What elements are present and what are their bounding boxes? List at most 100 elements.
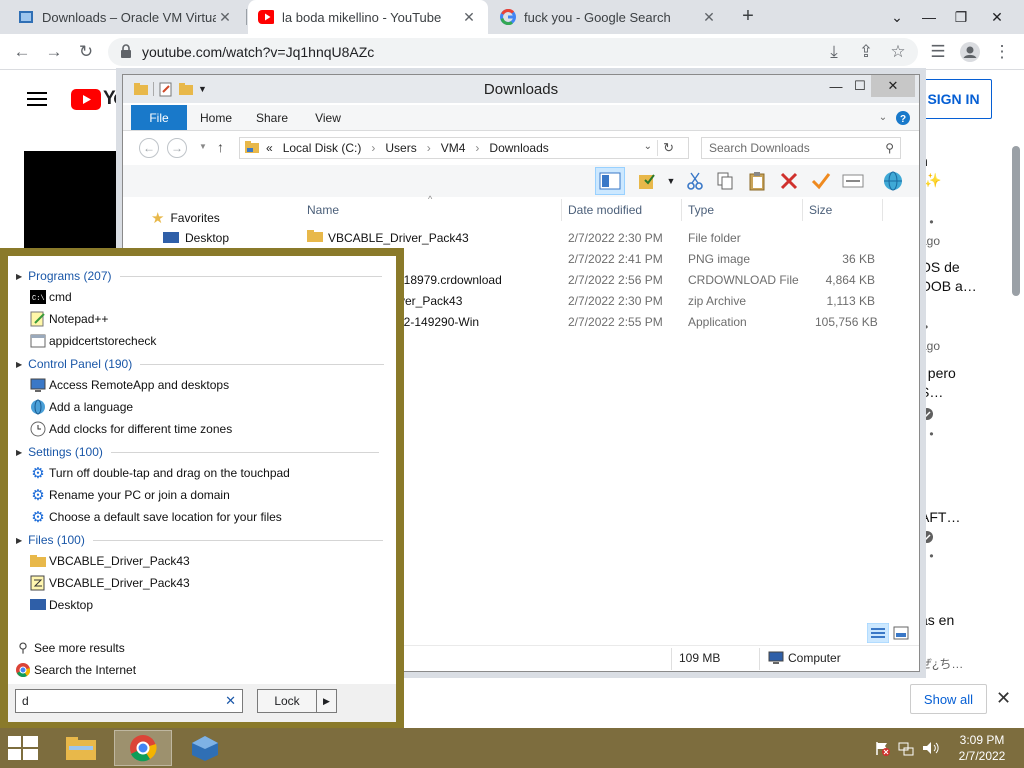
page-scrollbar[interactable] xyxy=(1012,146,1020,296)
select-all-icon[interactable] xyxy=(841,170,865,192)
restore-icon[interactable]: ❐ xyxy=(944,0,978,34)
help-icon[interactable]: ? xyxy=(895,105,911,130)
address-dropdown-icon[interactable]: ⌄ xyxy=(644,141,652,152)
close-icon[interactable]: ✕ xyxy=(996,688,1011,709)
start-button[interactable] xyxy=(8,736,38,763)
recent-locations-icon[interactable]: ▼ xyxy=(199,142,207,151)
result-remoteapp[interactable]: Access RemoteApp and desktops xyxy=(30,377,229,393)
result-notepad[interactable]: Notepad++ xyxy=(30,311,108,327)
close-window-icon[interactable]: ✕ xyxy=(980,0,1014,34)
address-box[interactable]: « Local Disk (C:) › Users › VM4 › Downlo… xyxy=(239,137,689,159)
network-icon[interactable] xyxy=(898,740,914,759)
share-icon[interactable]: ⇪ xyxy=(854,40,878,64)
copy-icon[interactable] xyxy=(713,170,737,192)
nav-favorites[interactable]: ★ Favorites xyxy=(151,209,220,227)
see-more-results[interactable]: ⚲ See more results xyxy=(15,640,124,656)
details-view-icon[interactable] xyxy=(866,622,890,646)
power-options-arrow-icon[interactable]: ▶ xyxy=(316,690,336,712)
tab-youtube[interactable]: la boda mikellino - YouTube ✕ xyxy=(248,0,488,34)
nav-desktop[interactable]: Desktop xyxy=(163,231,229,245)
minimize-icon[interactable]: — xyxy=(823,75,849,97)
preview-pane-icon[interactable] xyxy=(595,167,625,195)
close-icon[interactable]: ✕ xyxy=(871,75,915,97)
youtube-logo[interactable]: Yo xyxy=(71,88,125,110)
clear-search-icon[interactable]: ✕ xyxy=(225,693,236,709)
rename-check-icon[interactable] xyxy=(809,170,833,192)
bookmark-star-icon[interactable]: ☆ xyxy=(886,40,910,64)
refresh-icon[interactable]: ↻ xyxy=(657,140,674,156)
result-rename-pc[interactable]: ⚙ Rename your PC or join a domain xyxy=(30,487,230,504)
maximize-icon[interactable]: ☐ xyxy=(849,75,871,97)
tab-search-icon[interactable]: ⌄ xyxy=(880,0,914,34)
result-save-location[interactable]: ⚙ Choose a default save location for you… xyxy=(30,509,282,526)
breadcrumb-sep-icon[interactable]: › xyxy=(427,141,431,155)
recommendation-title[interactable]: t pero xyxy=(920,365,956,381)
taskbar-virtualbox[interactable] xyxy=(176,730,234,766)
action-center-flag-icon[interactable] xyxy=(874,740,890,759)
tab-file[interactable]: File xyxy=(131,105,187,130)
system-clock[interactable]: 3:09 PM 2/7/2022 xyxy=(950,732,1014,764)
taskbar-file-explorer[interactable] xyxy=(52,730,110,766)
tab-virtualbox[interactable]: Downloads – Oracle VM VirtualB ✕ xyxy=(8,0,244,34)
result-double-tap[interactable]: ⚙ Turn off double-tap and drag on the to… xyxy=(30,465,290,482)
group-settings[interactable]: ▶ Settings (100) xyxy=(16,445,379,459)
recommendation-title[interactable]: OOB a… xyxy=(920,278,977,294)
group-control-panel[interactable]: ▶ Control Panel (190) xyxy=(16,357,385,371)
tab-view[interactable]: View xyxy=(305,105,351,130)
breadcrumb-overflow[interactable]: « xyxy=(266,141,273,155)
address-bar[interactable]: youtube.com/watch?v=Jq1hnqU8AZc xyxy=(108,38,918,66)
breadcrumb-local-disk[interactable]: Local Disk (C:) xyxy=(283,141,362,155)
tab-share[interactable]: Share xyxy=(249,105,295,130)
forward-icon[interactable]: → xyxy=(42,40,66,64)
file-row[interactable]: VBCABLE_Driver_Pack43 2/7/2022 2:30 PM F… xyxy=(303,228,883,249)
result-file-folder[interactable]: VBCABLE_Driver_Pack43 xyxy=(30,553,190,569)
ribbon-expand-icon[interactable]: ⌄ xyxy=(875,105,891,130)
column-size[interactable]: Size xyxy=(809,199,832,221)
back-icon[interactable]: ← xyxy=(139,138,159,158)
tab-google[interactable]: fuck you - Google Search ✕ xyxy=(490,0,728,34)
search-the-internet[interactable]: Search the Internet xyxy=(15,662,136,678)
delete-icon[interactable] xyxy=(777,170,801,192)
breadcrumb-users[interactable]: Users xyxy=(385,141,416,155)
taskbar-chrome[interactable] xyxy=(114,730,172,766)
start-search-input[interactable]: d ✕ xyxy=(15,689,243,713)
show-all-button[interactable]: Show all xyxy=(910,684,987,714)
minimize-icon[interactable]: — xyxy=(912,0,946,34)
close-tab-icon[interactable]: ✕ xyxy=(216,9,234,26)
result-file-zip[interactable]: VBCABLE_Driver_Pack43 xyxy=(30,575,190,591)
paste-icon[interactable] xyxy=(745,170,769,192)
result-cmd[interactable]: C:\ cmd xyxy=(30,289,72,305)
install-icon[interactable]: ⤓ xyxy=(822,40,846,64)
search-downloads-input[interactable]: Search Downloads ⚲ xyxy=(701,137,901,159)
sign-in-button[interactable]: SIGN IN xyxy=(915,79,992,119)
result-file-desktop[interactable]: Desktop xyxy=(30,597,93,613)
group-files[interactable]: ▶ Files (100) xyxy=(16,533,383,547)
network-globe-icon[interactable] xyxy=(881,170,905,192)
column-date-modified[interactable]: Date modified xyxy=(568,199,642,221)
breadcrumb-downloads[interactable]: Downloads xyxy=(489,141,548,155)
recommendation-title[interactable]: as en xyxy=(920,612,954,628)
properties-check-icon[interactable] xyxy=(635,170,659,192)
new-tab-button[interactable]: + xyxy=(737,5,759,27)
close-tab-icon[interactable]: ✕ xyxy=(460,9,478,26)
close-tab-icon[interactable]: ✕ xyxy=(700,9,718,26)
result-add-clocks[interactable]: Add clocks for different time zones xyxy=(30,421,232,437)
recommendation-title[interactable]: OS de xyxy=(920,259,960,275)
breadcrumb-sep-icon[interactable]: › xyxy=(371,141,375,155)
group-programs[interactable]: ▶ Programs (207) xyxy=(16,269,382,283)
volume-icon[interactable] xyxy=(922,740,940,759)
explorer-title-bar[interactable]: ▼ Downloads — ☐ ✕ xyxy=(123,75,919,103)
recommendation-title[interactable]: S… xyxy=(920,384,943,400)
dropdown-icon[interactable]: ▼ xyxy=(659,170,683,192)
forward-icon[interactable]: → xyxy=(167,138,187,158)
profile-icon[interactable] xyxy=(958,40,982,64)
column-type[interactable]: Type xyxy=(688,199,714,221)
breadcrumb-sep-icon[interactable]: › xyxy=(475,141,479,155)
result-add-language[interactable]: Add a language xyxy=(30,399,133,415)
menu-kebab-icon[interactable]: ⋮ xyxy=(990,40,1014,64)
breadcrumb-vm4[interactable]: VM4 xyxy=(441,141,466,155)
recommendation-title[interactable]: n xyxy=(920,153,928,169)
result-appidcert[interactable]: appidcertstorecheck xyxy=(30,333,156,349)
cut-icon[interactable] xyxy=(683,170,707,192)
back-icon[interactable]: ← xyxy=(10,40,34,64)
